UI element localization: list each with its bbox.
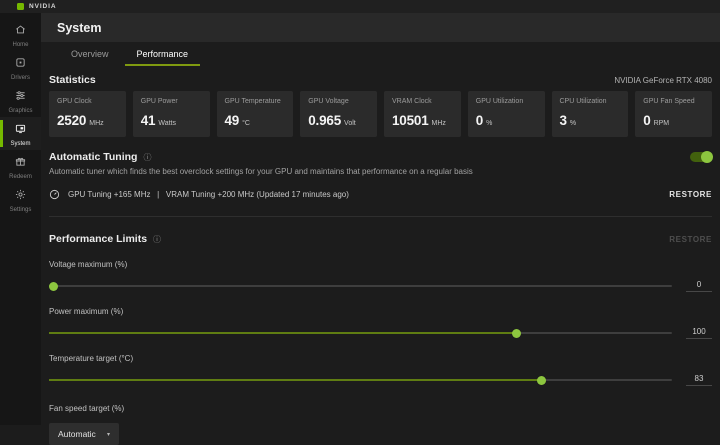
automatic-tuning-title: Automatic Tuning bbox=[49, 151, 137, 163]
toggle-knob bbox=[701, 151, 713, 163]
performance-limits-section: Performance Limits ⓘ RESTORE Voltage max… bbox=[49, 216, 712, 445]
temperature-target-label: Temperature target (°C) bbox=[49, 354, 712, 363]
tuning-status-row: GPU Tuning +165 MHz | VRAM Tuning +200 M… bbox=[49, 189, 712, 200]
power-maximum-group: Power maximum (%) 100 bbox=[49, 307, 712, 339]
automatic-tuning-description: Automatic tuner which finds the best ove… bbox=[49, 167, 712, 176]
gauge-icon bbox=[49, 189, 60, 200]
stat-unit: RPM bbox=[654, 120, 670, 127]
stat-unit: Watts bbox=[158, 120, 176, 127]
stat-label: CPU Utilization bbox=[560, 98, 621, 105]
tab-overview[interactable]: Overview bbox=[57, 45, 123, 66]
sidebar-item-system[interactable]: System bbox=[0, 117, 41, 150]
titlebar: NVIDIA bbox=[0, 0, 720, 13]
statistics-cards: GPU Clock 2520MHz GPU Power 41Watts GPU … bbox=[49, 91, 712, 137]
gpu-name: NVIDIA GeForce RTX 4080 bbox=[614, 76, 712, 85]
stat-label: GPU Fan Speed bbox=[643, 98, 704, 105]
sidebar-item-graphics[interactable]: Graphics bbox=[0, 84, 41, 117]
stat-unit: % bbox=[570, 120, 576, 127]
stat-unit: % bbox=[486, 120, 492, 127]
restore-limits-button[interactable]: RESTORE bbox=[669, 235, 712, 244]
system-icon bbox=[15, 121, 26, 139]
stat-label: GPU Utilization bbox=[476, 98, 537, 105]
stat-card-cpu-utilization: CPU Utilization 3% bbox=[552, 91, 629, 137]
stat-label: GPU Power bbox=[141, 98, 202, 105]
temperature-target-group: Temperature target (°C) 83 bbox=[49, 354, 712, 386]
stat-value: 2520 bbox=[57, 113, 86, 128]
stat-value: 41 bbox=[141, 113, 156, 128]
fan-speed-selected: Automatic bbox=[58, 429, 96, 439]
stat-unit: °C bbox=[242, 120, 250, 127]
sidebar-item-label: Home bbox=[12, 42, 28, 48]
tuning-status-text: GPU Tuning +165 MHz | VRAM Tuning +200 M… bbox=[68, 190, 349, 199]
voltage-maximum-value[interactable]: 0 bbox=[686, 280, 712, 292]
sidebar-item-label: Redeem bbox=[9, 174, 32, 180]
stat-unit: MHz bbox=[432, 120, 446, 127]
stat-value: 3 bbox=[560, 113, 567, 128]
drivers-icon bbox=[15, 55, 26, 73]
slider-fill bbox=[49, 379, 541, 381]
info-icon[interactable]: ⓘ bbox=[153, 234, 161, 245]
info-icon[interactable]: ⓘ bbox=[143, 152, 151, 163]
slider-handle[interactable] bbox=[537, 376, 546, 385]
slider-fill bbox=[49, 332, 516, 334]
power-maximum-slider[interactable] bbox=[49, 332, 672, 334]
stat-card-gpu-voltage: GPU Voltage 0.965Volt bbox=[300, 91, 377, 137]
home-icon bbox=[15, 22, 26, 40]
stat-card-gpu-clock: GPU Clock 2520MHz bbox=[49, 91, 126, 137]
slider-handle[interactable] bbox=[49, 282, 58, 291]
sidebar-item-settings[interactable]: Settings bbox=[0, 183, 41, 216]
automatic-tuning-toggle[interactable] bbox=[690, 152, 712, 162]
fan-speed-dropdown[interactable]: Automatic ▾ bbox=[49, 423, 119, 445]
performance-limits-title: Performance Limits bbox=[49, 233, 147, 245]
stat-value: 0 bbox=[643, 113, 650, 128]
stat-unit: MHz bbox=[89, 120, 103, 127]
sidebar-item-label: Settings bbox=[10, 207, 32, 213]
sidebar-item-drivers[interactable]: Drivers bbox=[0, 51, 41, 84]
stat-unit: Volt bbox=[344, 120, 356, 127]
stat-label: GPU Temperature bbox=[225, 98, 286, 105]
voltage-maximum-slider[interactable] bbox=[49, 285, 672, 287]
graphics-icon bbox=[15, 88, 26, 106]
statistics-header: Statistics NVIDIA GeForce RTX 4080 bbox=[49, 74, 712, 86]
power-maximum-label: Power maximum (%) bbox=[49, 307, 712, 316]
tab-performance[interactable]: Performance bbox=[123, 45, 203, 66]
page-header: System bbox=[41, 13, 720, 42]
stat-card-gpu-utilization: GPU Utilization 0% bbox=[468, 91, 545, 137]
sidebar-item-redeem[interactable]: Redeem bbox=[0, 150, 41, 183]
sidebar: Home Drivers Graphics System Redeem Sett… bbox=[0, 13, 41, 425]
fan-speed-target-label: Fan speed target (%) bbox=[49, 404, 712, 413]
restore-tuning-button[interactable]: RESTORE bbox=[669, 190, 712, 199]
chevron-down-icon: ▾ bbox=[107, 431, 110, 438]
temperature-target-value[interactable]: 83 bbox=[686, 374, 712, 386]
stat-label: GPU Voltage bbox=[308, 98, 369, 105]
main-content: Overview Performance Statistics NVIDIA G… bbox=[41, 42, 720, 425]
automatic-tuning-section: Automatic Tuning ⓘ Automatic tuner which… bbox=[49, 151, 712, 200]
temperature-target-slider[interactable] bbox=[49, 379, 672, 381]
stat-card-gpu-temperature: GPU Temperature 49°C bbox=[217, 91, 294, 137]
stat-card-vram-clock: VRAM Clock 10501MHz bbox=[384, 91, 461, 137]
stat-value: 0 bbox=[476, 113, 483, 128]
settings-icon bbox=[15, 187, 26, 205]
stat-value: 10501 bbox=[392, 113, 429, 128]
sidebar-item-label: Drivers bbox=[11, 75, 30, 81]
sidebar-item-label: Graphics bbox=[8, 108, 32, 114]
tab-bar: Overview Performance bbox=[49, 42, 712, 66]
slider-handle[interactable] bbox=[512, 329, 521, 338]
page-title: System bbox=[57, 21, 101, 35]
power-maximum-value[interactable]: 100 bbox=[686, 327, 712, 339]
stat-card-gpu-fan-speed: GPU Fan Speed 0 RPM bbox=[635, 91, 712, 137]
app-name: NVIDIA bbox=[29, 3, 56, 10]
sidebar-item-label: System bbox=[10, 141, 30, 147]
stat-value: 0.965 bbox=[308, 113, 341, 128]
sidebar-item-home[interactable]: Home bbox=[0, 18, 41, 51]
voltage-maximum-group: Voltage maximum (%) 0 bbox=[49, 260, 712, 292]
stat-label: GPU Clock bbox=[57, 98, 118, 105]
voltage-maximum-label: Voltage maximum (%) bbox=[49, 260, 712, 269]
statistics-title: Statistics bbox=[49, 74, 96, 86]
stat-card-gpu-power: GPU Power 41Watts bbox=[133, 91, 210, 137]
nvidia-logo-icon bbox=[17, 3, 24, 10]
stat-label: VRAM Clock bbox=[392, 98, 453, 105]
stat-value: 49 bbox=[225, 113, 240, 128]
redeem-icon bbox=[15, 154, 26, 172]
